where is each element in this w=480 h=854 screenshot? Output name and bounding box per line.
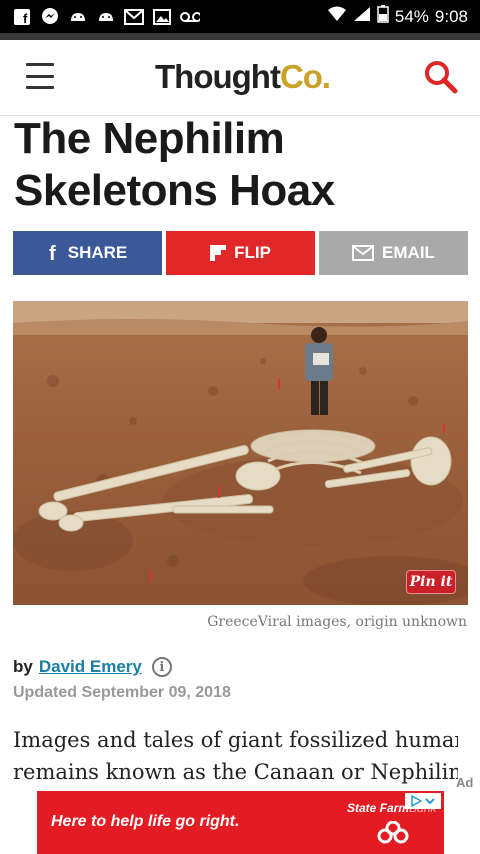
status-bar: f 54% 9:08 — [0, 0, 480, 33]
site-logo[interactable]: ThoughtCo. — [155, 58, 331, 96]
facebook-icon: f — [48, 243, 60, 263]
site-header: ThoughtCo. — [0, 40, 480, 116]
state-farm-logo — [377, 821, 409, 844]
updated-date: Updated September 09, 2018 — [13, 684, 231, 701]
search-icon — [425, 61, 458, 94]
svg-text:f: f — [49, 243, 56, 263]
skeleton-excavation-image — [13, 301, 468, 605]
ad-label: Ad — [456, 775, 474, 790]
flipboard-icon — [210, 245, 227, 261]
image-icon — [152, 8, 172, 26]
email-share-button[interactable]: EMAIL — [319, 231, 468, 275]
ad-banner[interactable]: Here to help life go right. State FarmBa… — [37, 791, 444, 854]
article-title: The Nephilim Skeletons Hoax — [14, 114, 335, 215]
signal-icon — [353, 6, 371, 27]
ad-headline: Here to help life go right. — [51, 813, 240, 830]
search-button[interactable] — [422, 58, 460, 96]
menu-button[interactable] — [26, 63, 54, 89]
author-link[interactable]: David Emery — [39, 657, 142, 677]
svg-text:f: f — [23, 11, 28, 25]
facebook-share-button[interactable]: f SHARE — [13, 231, 162, 275]
adchoices-icon — [411, 795, 422, 807]
wifi-icon — [327, 6, 347, 27]
android-icon — [68, 8, 88, 26]
flipboard-button[interactable]: FLIP — [166, 231, 315, 275]
pin-it-button[interactable]: Pin it — [406, 570, 456, 594]
android-icon — [96, 8, 116, 26]
adchoices-button[interactable] — [405, 793, 441, 809]
share-bar: f SHARE FLIP EMAIL — [13, 231, 468, 275]
info-icon[interactable]: i — [151, 657, 172, 677]
voicemail-icon — [180, 8, 200, 26]
messenger-icon — [40, 7, 60, 26]
byline: by David Emery i — [13, 657, 172, 677]
menu-icon — [26, 63, 54, 66]
article-body: Images and tales of giant fossilized hum… — [13, 728, 458, 784]
chevron-down-icon — [425, 798, 435, 805]
battery-percent: 54% — [394, 6, 429, 26]
facebook-icon: f — [12, 8, 32, 26]
battery-icon — [377, 5, 389, 28]
browser-strip — [0, 33, 480, 40]
gmail-icon — [124, 8, 144, 26]
image-caption: GreeceViral images, origin unknown — [207, 614, 467, 630]
clock: 9:08 — [434, 6, 468, 26]
envelope-icon — [352, 245, 375, 261]
article-image[interactable] — [13, 301, 468, 605]
